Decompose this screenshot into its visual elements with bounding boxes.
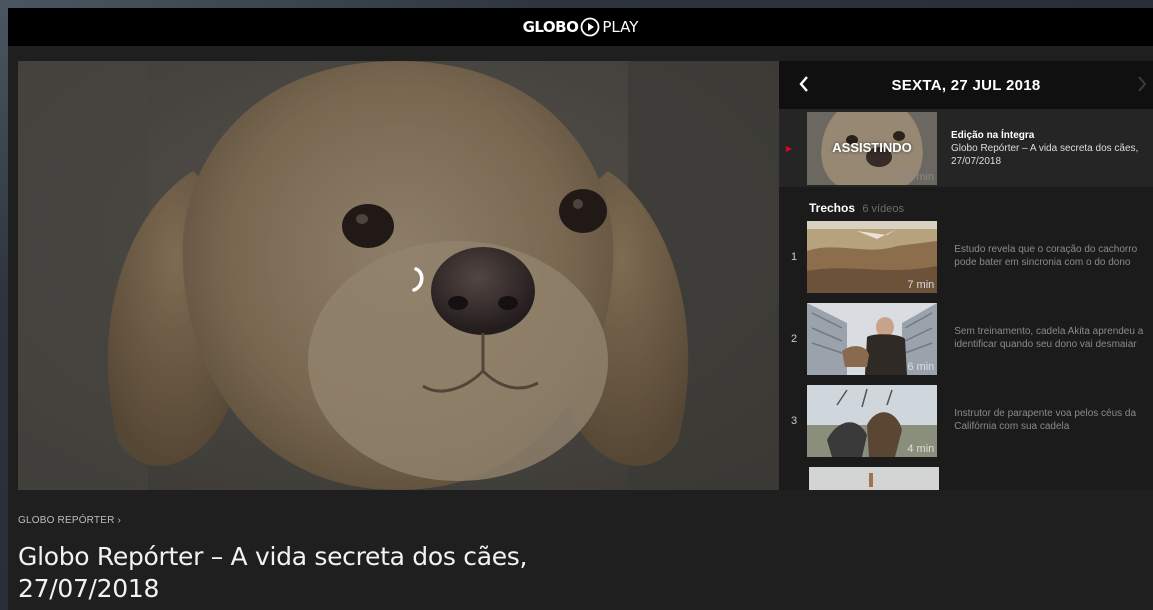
clip-description-line-2: Califórnia com sua cadela xyxy=(954,421,1070,432)
clip-description-line-1: Sem treinamento, cadela Akita aprendeu a xyxy=(954,326,1144,337)
logo-text-bold: GLOBO xyxy=(522,18,579,36)
clip-description: Instrutor de parapente voa pelos céus da… xyxy=(954,385,1153,433)
duration-label: 6 min xyxy=(907,361,935,373)
duration-label: 4 min xyxy=(907,443,935,455)
clip-thumbnail: 6 min xyxy=(807,303,938,375)
clip-description-line-2: pode bater em sincronia com o do dono xyxy=(954,257,1131,268)
date-label: SEXTA, 27 JUL 2018 xyxy=(891,76,1041,94)
section-title: Trechos xyxy=(809,201,856,215)
clip-number xyxy=(779,467,809,490)
playing-marker-icon: ▶ xyxy=(785,143,793,153)
now-playing-text: Edição na Íntegra Globo Repórter – A vid… xyxy=(951,129,1138,168)
logo-text-light: PLAY xyxy=(602,18,639,36)
now-playing-thumbnail: ASSISTINDO 43 min xyxy=(807,111,937,185)
top-bar: GLOBO PLAY xyxy=(8,8,1153,47)
date-navigation: SEXTA, 27 JUL 2018 xyxy=(779,61,1153,109)
video-info: GLOBO REPÓRTER › Globo Repórter – A vida… xyxy=(18,508,778,605)
clip-item-1[interactable]: 1 7 min Estudo revela que o coração do c… xyxy=(779,221,1153,303)
duration-label: 43 min xyxy=(900,170,934,183)
section-count: 6 vídeos xyxy=(862,203,904,215)
clip-thumbnail: 7 min xyxy=(807,221,938,293)
video-frame-puppy xyxy=(18,61,779,490)
title-line-1: Globo Repórter – A vida secreta dos cães… xyxy=(18,542,528,571)
clip-item-3[interactable]: 3 4 min Instrutor de parapente voa pelos… xyxy=(779,385,1153,467)
now-playing-description-2: 27/07/2018 xyxy=(951,155,1002,167)
clip-description-line-2: identificar quando seu dono vai desmaiar xyxy=(954,339,1137,350)
play-circle-icon xyxy=(580,17,600,37)
now-playing-title: Edição na Íntegra xyxy=(951,129,1035,141)
chevron-right-icon[interactable] xyxy=(1135,74,1149,94)
page-title: Globo Repórter – A vida secreta dos cães… xyxy=(18,541,578,605)
now-playing-description-1: Globo Repórter – A vida secreta dos cães… xyxy=(951,142,1139,154)
watching-badge: ASSISTINDO xyxy=(832,139,912,155)
clips-section-header: Trechos 6 vídeos xyxy=(779,187,1153,221)
loading-spinner-icon xyxy=(408,266,432,294)
clip-item-2[interactable]: 2 6 min Sem treinamento, cadela Akita ap… xyxy=(779,303,1153,385)
video-player[interactable] xyxy=(18,61,779,490)
program-breadcrumb[interactable]: GLOBO REPÓRTER › xyxy=(18,515,121,526)
title-line-2: 27/07/2018 xyxy=(18,574,160,603)
clip-number: 3 xyxy=(791,415,798,427)
chevron-left-icon[interactable] xyxy=(797,74,811,94)
now-playing-item[interactable]: ▶ ASSISTINDO 43 min Edição na Íntegra Gl… xyxy=(779,109,1153,187)
clip-thumbnail: 4 min xyxy=(807,385,938,457)
episode-sidebar: SEXTA, 27 JUL 2018 ▶ ASSISTINDO 43 min E… xyxy=(779,61,1153,490)
clip-description: Sem treinamento, cadela Akita aprendeu a… xyxy=(954,303,1153,351)
duration-label: 7 min xyxy=(907,279,935,291)
globoplay-logo[interactable]: GLOBO PLAY xyxy=(522,17,639,37)
clip-description-line-1: Instrutor de parapente voa pelos céus da xyxy=(954,408,1137,419)
app-window: GLOBO PLAY SEXTA, 27 JUL 2018 ▶ ASSISTIN… xyxy=(8,8,1153,610)
clip-description: Estudo revela que o coração do cachorro … xyxy=(954,221,1153,269)
clip-description-line-1: Estudo revela que o coração do cachorro xyxy=(954,244,1138,255)
clip-thumbnail xyxy=(809,467,939,490)
main-content: SEXTA, 27 JUL 2018 ▶ ASSISTINDO 43 min E… xyxy=(18,61,1153,490)
clip-number: 1 xyxy=(791,251,798,263)
clip-number: 2 xyxy=(791,333,798,345)
clip-item-4[interactable] xyxy=(779,467,1153,490)
